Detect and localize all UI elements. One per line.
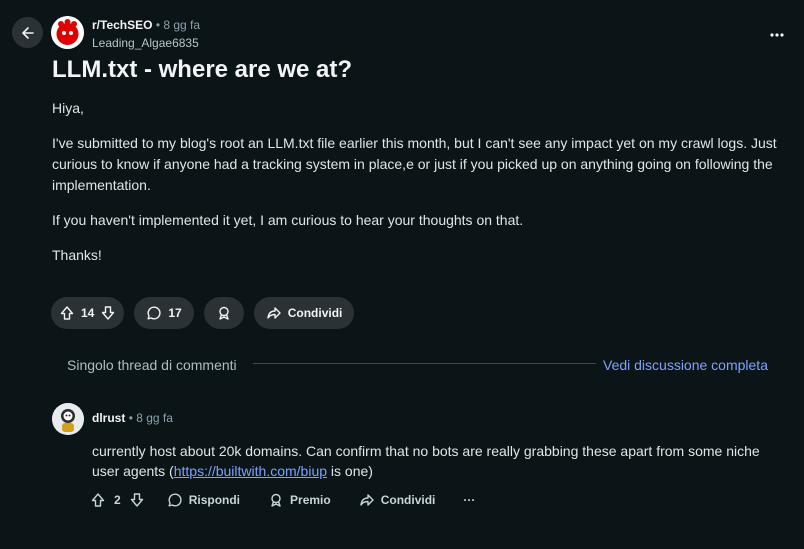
meta-separator: • — [155, 18, 161, 32]
comment-share-button[interactable]: Condividi — [359, 490, 436, 510]
share-label: Condividi — [287, 306, 343, 320]
comment-time: 8 gg fa — [136, 411, 173, 425]
speech-bubble-icon — [146, 305, 162, 321]
comments-button[interactable]: 17 — [134, 297, 194, 329]
comment-avatar[interactable] — [52, 403, 84, 435]
more-horizontal-icon — [770, 33, 784, 37]
view-full-discussion-link[interactable]: Vedi discussione completa — [603, 357, 768, 373]
post-paragraph: If you haven't implemented it yet, I am … — [52, 212, 524, 228]
comments-count: 17 — [168, 306, 182, 320]
subreddit-avatar[interactable] — [51, 16, 84, 49]
share-arrow-icon — [266, 305, 282, 321]
more-options-button[interactable] — [770, 24, 784, 42]
comment-vote: 2 — [90, 490, 145, 510]
comment-actions: 2 Rispondi Premio Condividi ··· — [90, 490, 475, 510]
post-title: LLM.txt - where are we at? — [52, 56, 353, 83]
comment-link[interactable]: https://builtwith.com/biup — [174, 463, 327, 479]
vote-pill: 14 — [51, 297, 125, 329]
post-author[interactable]: Leading_Algae6835 — [92, 35, 200, 51]
upvote-arrow-icon[interactable] — [59, 305, 75, 321]
post-meta: r/TechSEO • 8 gg fa Leading_Algae6835 — [92, 17, 200, 51]
subreddit-link[interactable]: r/TechSEO — [92, 18, 152, 32]
post-paragraph: Thanks! — [52, 247, 102, 263]
comment-author[interactable]: dlrust — [92, 411, 125, 425]
share-button[interactable]: Condividi — [253, 297, 355, 329]
comment-meta: dlrust • 8 gg fa — [92, 411, 173, 425]
post-paragraph: Hiya, — [52, 100, 84, 116]
award-label: Premio — [290, 493, 331, 507]
more-horizontal-icon: ··· — [463, 493, 476, 507]
award-icon — [268, 492, 284, 508]
post-time: 8 gg fa — [163, 18, 201, 32]
back-button[interactable] — [12, 17, 43, 48]
downvote-arrow-icon[interactable] — [129, 492, 145, 508]
comment-body: currently host about 20k domains. Can co… — [92, 441, 782, 481]
speech-bubble-icon — [167, 492, 183, 508]
downvote-arrow-icon[interactable] — [100, 305, 116, 321]
post-body: Hiya, I've submitted to my blog's root a… — [52, 98, 787, 280]
comment-vote-count: 2 — [114, 493, 121, 507]
arrow-left-icon — [20, 25, 36, 41]
single-thread-label: Singolo thread di commenti — [67, 357, 237, 373]
award-button[interactable]: Premio — [268, 490, 331, 510]
post-actions: 14 17 Condividi — [51, 297, 355, 329]
comment-more-button[interactable]: ··· — [463, 490, 475, 510]
vote-count: 14 — [81, 306, 95, 320]
award-icon — [216, 305, 232, 321]
thread-divider — [253, 363, 596, 364]
comment-share-label: Condividi — [380, 493, 436, 507]
reply-button[interactable]: Rispondi — [167, 490, 240, 510]
reply-label: Rispondi — [188, 493, 241, 507]
upvote-arrow-icon[interactable] — [90, 492, 106, 508]
post-paragraph: I've submitted to my blog's root an LLM.… — [52, 135, 777, 193]
award-button[interactable] — [203, 297, 244, 329]
share-arrow-icon — [359, 492, 375, 508]
comment-text-end: is one) — [327, 463, 373, 479]
meta-separator: • — [128, 411, 133, 425]
